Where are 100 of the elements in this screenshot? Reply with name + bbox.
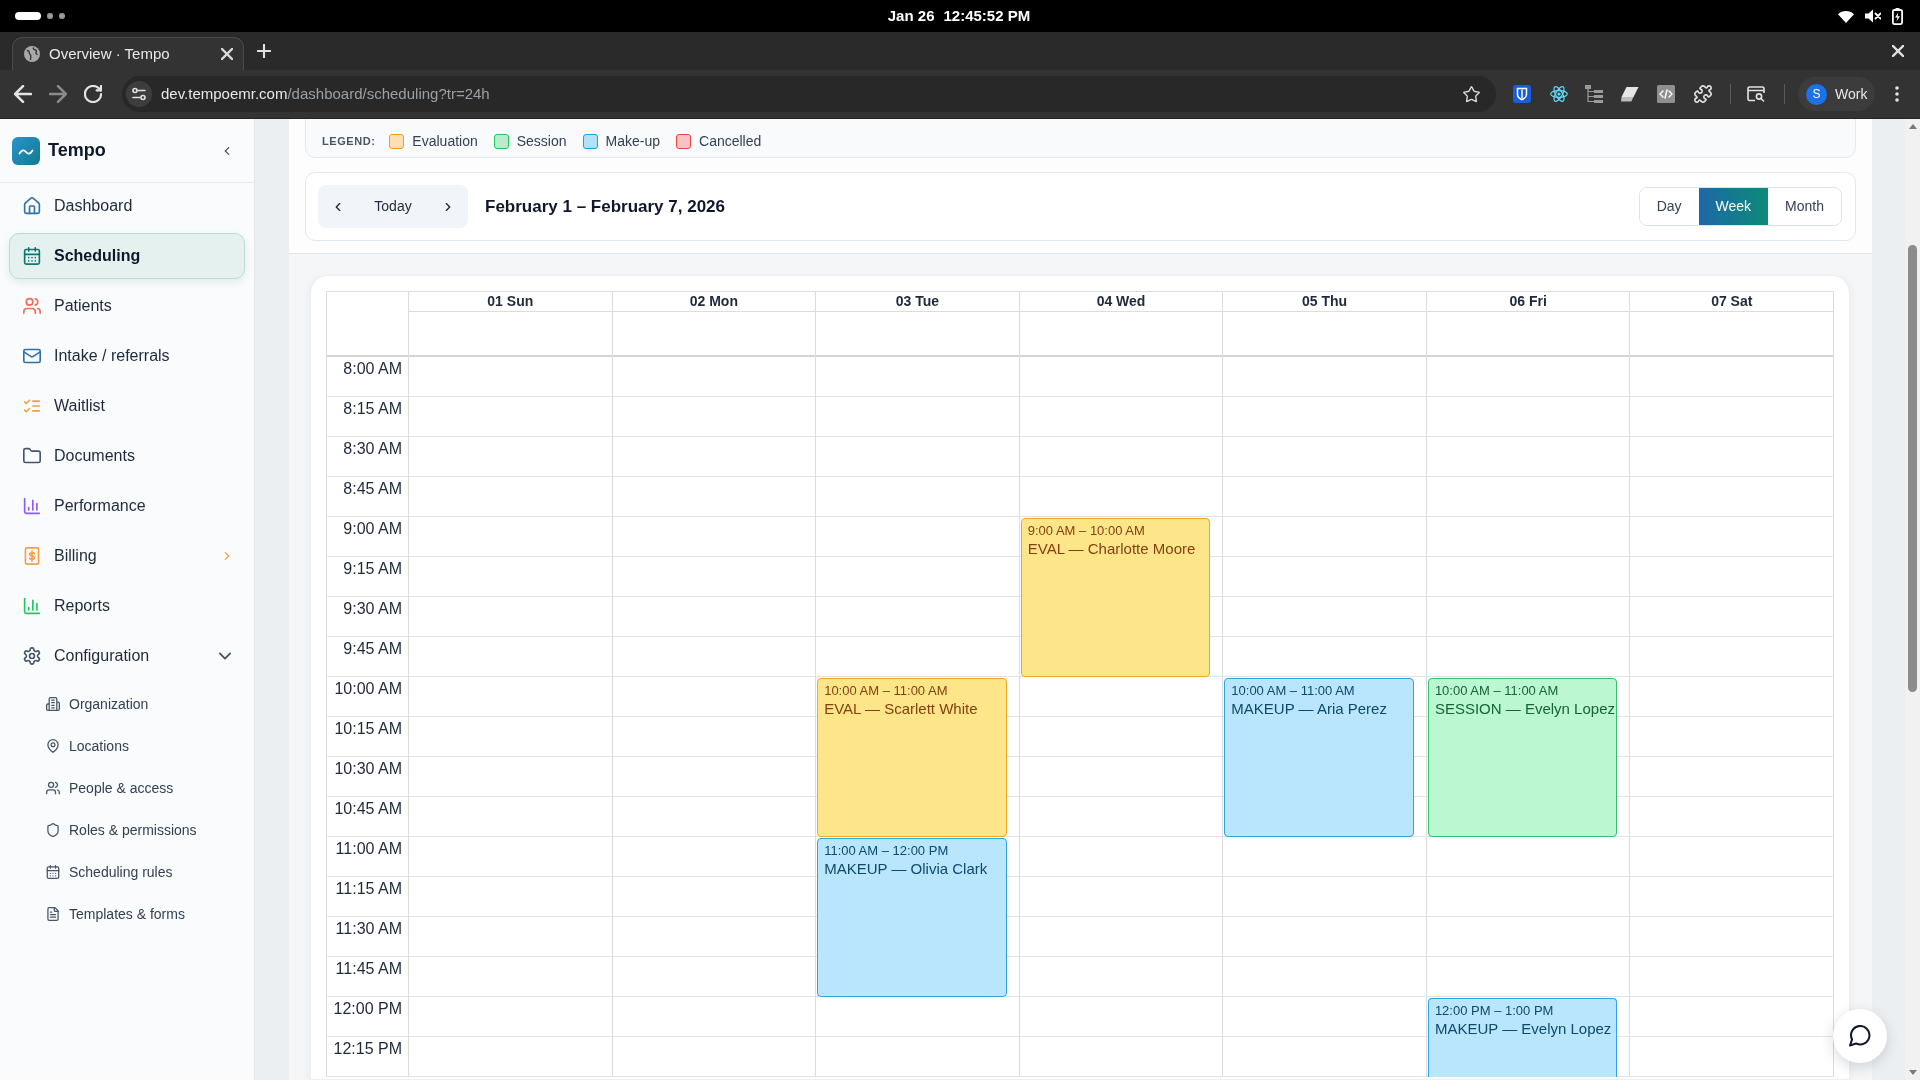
sidebar-subnav-item[interactable]: Templates & forms	[9, 895, 245, 933]
time-label: 9:30 AM	[343, 599, 402, 619]
eraser-icon[interactable]	[1621, 85, 1639, 103]
view-option-button[interactable]: Week	[1698, 188, 1769, 225]
today-button[interactable]: Today	[374, 196, 412, 217]
legend-item-label: Cancelled	[699, 132, 762, 151]
time-label: 12:15 PM	[333, 1039, 402, 1059]
address-bar[interactable]: dev.tempoemr.com/dashboard/scheduling?tr=24h	[122, 76, 1496, 112]
house-icon	[23, 197, 41, 215]
arrow-left-icon[interactable]	[14, 85, 32, 103]
appointment-card[interactable]: 11:00 AM – 12:00 PM MAKEUP — Olivia Clark	[817, 838, 1007, 997]
close-icon[interactable]	[1892, 45, 1904, 57]
time-label: 11:45 AM	[335, 959, 402, 979]
sliders-icon[interactable]	[126, 81, 152, 107]
appointment-time: 10:00 AM – 11:00 AM	[1231, 683, 1356, 699]
sidebar-nav-item[interactable]: Patients	[9, 283, 245, 329]
bar-chart-icon	[23, 597, 41, 615]
scroll-up-arrow-icon[interactable]	[1908, 124, 1917, 129]
checklist-icon	[23, 397, 41, 415]
day-header: 05 Thu	[1302, 292, 1348, 311]
bar-chart-icon	[23, 497, 41, 515]
time-label: 10:15 AM	[334, 719, 402, 739]
battery-charging-icon[interactable]	[1892, 7, 1903, 25]
tree-icon[interactable]	[1585, 85, 1603, 103]
chevron-left-icon[interactable]	[334, 202, 342, 211]
shield-icon[interactable]	[1513, 85, 1531, 103]
atom-icon[interactable]	[1550, 85, 1568, 103]
time-label: 8:00 AM	[343, 359, 402, 379]
time-label: 9:15 AM	[343, 559, 402, 579]
kebab-menu-icon[interactable]	[1895, 86, 1899, 102]
sidebar-nav-item[interactable]: Intake / referrals	[9, 333, 245, 379]
appointment-card[interactable]: 9:00 AM – 10:00 AM EVAL — Charlotte Moore	[1020, 518, 1211, 677]
appointment-card[interactable]: 10:00 AM – 11:00 AM SESSION — Evelyn Lopez	[1427, 678, 1618, 837]
sidebar-nav-item[interactable]: Configuration	[9, 633, 245, 679]
system-clock: 12:45:52 PM	[943, 5, 1031, 26]
brand-name: Tempo	[48, 139, 106, 162]
sidebar-nav-item[interactable]: Scheduling	[9, 233, 245, 279]
mail-icon	[23, 347, 41, 365]
scroll-down-arrow-icon[interactable]	[1908, 1070, 1917, 1075]
tab-search-icon[interactable]	[1747, 86, 1765, 102]
time-label: 9:00 AM	[343, 519, 402, 539]
chevron-left-icon[interactable]	[223, 146, 231, 155]
appointment-card[interactable]: 12:00 PM – 1:00 PM MAKEUP — Evelyn Lopez	[1427, 998, 1618, 1077]
day-header: 06 Fri	[1509, 292, 1547, 311]
chevron-down-icon[interactable]	[219, 650, 231, 662]
sidebar-nav-item[interactable]: Performance	[9, 483, 245, 529]
appointment-time: 10:00 AM – 11:00 AM	[824, 683, 949, 699]
appointment-title: EVAL — Charlotte Moore	[1027, 539, 1197, 559]
puzzle-icon[interactable]	[1694, 85, 1712, 103]
profile-avatar: S	[1806, 83, 1827, 105]
sidebar-subnav-item[interactable]: Scheduling rules	[9, 853, 245, 891]
sidebar-nav-item[interactable]: Waitlist	[9, 383, 245, 429]
wifi-icon[interactable]	[1838, 9, 1854, 23]
date-range-title: February 1 – February 7, 2026	[485, 195, 726, 218]
arrow-right-icon[interactable]	[49, 85, 67, 103]
sidebar-nav-item[interactable]: Documents	[9, 433, 245, 479]
wave-logo-icon	[12, 136, 40, 165]
scrollbar-thumb[interactable]	[1908, 245, 1917, 692]
appointment-title: MAKEUP — Aria Perez	[1231, 699, 1388, 719]
appointment-title: MAKEUP — Evelyn Lopez	[1434, 1019, 1611, 1039]
appointment-title: MAKEUP — Olivia Clark	[824, 859, 989, 879]
day-header: 04 Wed	[1096, 292, 1146, 311]
chevron-right-icon[interactable]	[444, 202, 452, 211]
appointment-title: EVAL — Scarlett White	[824, 699, 979, 719]
appointment-card[interactable]: 10:00 AM – 11:00 AM MAKEUP — Aria Perez	[1224, 678, 1414, 837]
dollar-document-icon	[23, 547, 41, 565]
speaker-muted-icon[interactable]	[1865, 9, 1881, 23]
time-label: 11:00 AM	[335, 839, 402, 859]
time-label: 11:15 AM	[335, 879, 402, 899]
star-icon[interactable]	[1463, 85, 1480, 103]
map-pin-icon	[46, 739, 60, 753]
sidebar-subnav-item[interactable]: Locations	[9, 727, 245, 765]
profile-button[interactable]: S Work	[1798, 77, 1875, 111]
day-header: 03 Tue	[895, 292, 940, 311]
time-label: 8:15 AM	[343, 399, 402, 419]
browser-tab[interactable]: Overview · Tempo	[12, 37, 244, 70]
users-icon	[23, 297, 41, 315]
url-text[interactable]: dev.tempoemr.com/dashboard/scheduling?tr=24h	[161, 82, 490, 106]
document-icon	[46, 907, 60, 921]
code-icon[interactable]	[1657, 85, 1675, 103]
globe-icon	[24, 46, 40, 62]
time-label: 8:45 AM	[343, 479, 402, 499]
sidebar-subnav-item[interactable]: Roles & permissions	[9, 811, 245, 849]
workspace-indicator-icon[interactable]	[15, 12, 65, 20]
sidebar-nav-item[interactable]: Billing	[9, 533, 245, 579]
close-icon[interactable]	[221, 48, 233, 60]
time-label: 10:00 AM	[334, 679, 402, 699]
sidebar-subnav-item[interactable]: Organization	[9, 685, 245, 723]
appointment-time: 11:00 AM – 12:00 PM	[824, 843, 950, 859]
building-icon	[46, 697, 60, 711]
appointment-card[interactable]: 10:00 AM – 11:00 AM EVAL — Scarlett White	[817, 678, 1007, 837]
sidebar-nav-item[interactable]: Dashboard	[9, 183, 245, 229]
calendar-icon	[46, 865, 60, 879]
reload-icon[interactable]	[84, 85, 102, 103]
appointment-time: 10:00 AM – 11:00 AM	[1434, 683, 1560, 699]
plus-icon[interactable]	[257, 44, 271, 58]
legend-label: LEGEND:	[322, 134, 376, 149]
sidebar-subnav-item[interactable]: People & access	[9, 769, 245, 807]
chat-bubble-icon	[1849, 1025, 1871, 1047]
sidebar-nav-item[interactable]: Reports	[9, 583, 245, 629]
